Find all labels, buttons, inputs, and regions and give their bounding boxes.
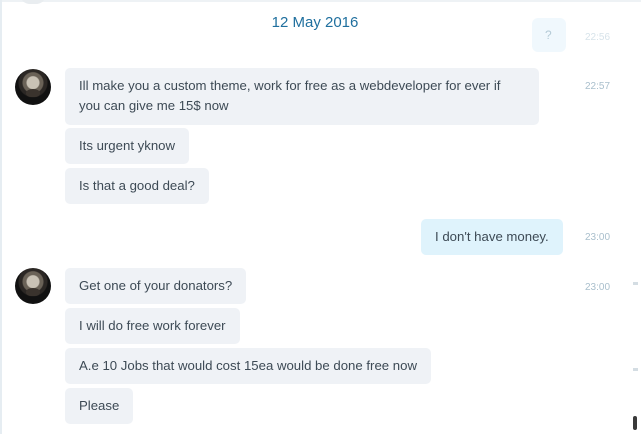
avatar-partial bbox=[20, 0, 46, 4]
scrollbar-marker bbox=[633, 282, 638, 285]
message-bubble-own[interactable]: I don't have money. bbox=[421, 219, 563, 255]
message-bubble[interactable]: Please bbox=[65, 388, 134, 424]
message-bubble[interactable]: A.e 10 Jobs that would cost 15ea would b… bbox=[65, 348, 431, 384]
message-bubble[interactable]: Is that a good deal? bbox=[65, 168, 209, 204]
message-bubble[interactable]: Ill make you a custom theme, work for fr… bbox=[65, 68, 539, 125]
message-bubble[interactable]: Its urgent yknow bbox=[65, 128, 190, 164]
scrollbar-marker bbox=[633, 368, 638, 371]
scrollbar-thumb[interactable] bbox=[633, 416, 637, 430]
avatar[interactable] bbox=[15, 268, 51, 304]
message-bubble[interactable]: Get one of your donators? bbox=[65, 268, 247, 304]
window-left-border bbox=[0, 0, 2, 434]
avatar[interactable] bbox=[15, 69, 51, 105]
window-top-border bbox=[0, 0, 641, 2]
date-separator: 12 May 2016 bbox=[271, 14, 359, 31]
message-time: 23:00 bbox=[585, 282, 611, 293]
message-time: 22:57 bbox=[585, 81, 611, 92]
message-time-partial: 22:56 bbox=[585, 32, 611, 43]
message-time: 23:00 bbox=[585, 232, 611, 243]
message-bubble[interactable]: I will do free work forever bbox=[65, 308, 240, 344]
